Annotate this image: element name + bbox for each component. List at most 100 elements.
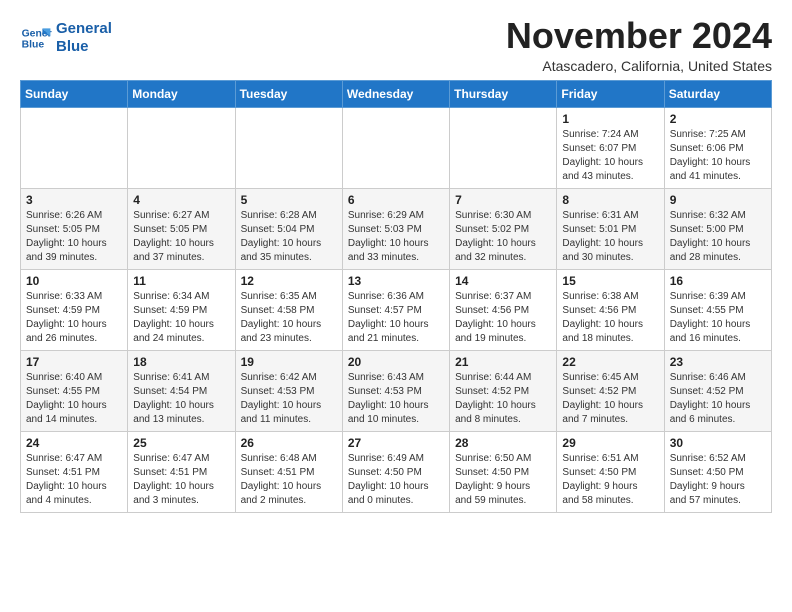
calendar-cell: 24 Sunrise: 6:47 AM Sunset: 4:51 PM Dayli… bbox=[21, 431, 128, 512]
day-number: 9 bbox=[670, 193, 766, 207]
day-number: 8 bbox=[562, 193, 658, 207]
calendar-cell: 22 Sunrise: 6:45 AM Sunset: 4:52 PM Dayli… bbox=[557, 350, 664, 431]
day-info: Sunrise: 6:35 AM Sunset: 4:58 PM Dayligh… bbox=[241, 290, 337, 346]
day-header-tuesday: Tuesday bbox=[235, 80, 342, 107]
calendar-cell: 26Sunrise: 6:48 AM Sunset: 4:51 PM Dayli… bbox=[235, 431, 342, 512]
day-info: Sunrise: 6:33 AM Sunset: 4:59 PM Dayligh… bbox=[26, 290, 122, 346]
day-header-sunday: Sunday bbox=[21, 80, 128, 107]
day-info: Sunrise: 6:48 AM Sunset: 4:51 PM Dayligh… bbox=[241, 452, 337, 508]
day-number: 14 bbox=[455, 274, 551, 288]
day-number: 3 bbox=[26, 193, 122, 207]
calendar-cell: 30 Sunrise: 6:52 AM Sunset: 4:50 PM Dayli… bbox=[664, 431, 771, 512]
day-info: Sunrise: 6:51 AM Sunset: 4:50 PM Dayligh… bbox=[562, 452, 658, 508]
day-info: Sunrise: 6:38 AM Sunset: 4:56 PM Dayligh… bbox=[562, 290, 658, 346]
calendar-cell: 20Sunrise: 6:43 AM Sunset: 4:53 PM Dayli… bbox=[342, 350, 449, 431]
title-area: November 2024 Atascadero, California, Un… bbox=[506, 16, 772, 74]
day-number: 19 bbox=[241, 355, 337, 369]
day-number: 22 bbox=[562, 355, 658, 369]
calendar-cell: 16Sunrise: 6:39 AM Sunset: 4:55 PM Dayli… bbox=[664, 269, 771, 350]
calendar-cell: 29 Sunrise: 6:51 AM Sunset: 4:50 PM Dayli… bbox=[557, 431, 664, 512]
day-number: 28 bbox=[455, 436, 551, 450]
calendar-cell: 13 Sunrise: 6:36 AM Sunset: 4:57 PM Dayli… bbox=[342, 269, 449, 350]
calendar-table: SundayMondayTuesdayWednesdayThursdayFrid… bbox=[20, 80, 772, 513]
day-info: Sunrise: 6:49 AM Sunset: 4:50 PM Dayligh… bbox=[348, 452, 444, 508]
calendar-header: SundayMondayTuesdayWednesdayThursdayFrid… bbox=[21, 80, 772, 107]
logo: General Blue General Blue bbox=[20, 20, 112, 56]
svg-text:Blue: Blue bbox=[22, 40, 45, 51]
calendar-cell: 28 Sunrise: 6:50 AM Sunset: 4:50 PM Dayli… bbox=[450, 431, 557, 512]
day-number: 5 bbox=[241, 193, 337, 207]
day-info: Sunrise: 6:47 AM Sunset: 4:51 PM Dayligh… bbox=[26, 452, 122, 508]
calendar-week-3: 10 Sunrise: 6:33 AM Sunset: 4:59 PM Dayli… bbox=[21, 269, 772, 350]
logo-text: General Blue bbox=[56, 20, 112, 56]
day-number: 1 bbox=[562, 112, 658, 126]
day-number: 30 bbox=[670, 436, 766, 450]
calendar-week-5: 24 Sunrise: 6:47 AM Sunset: 4:51 PM Dayli… bbox=[21, 431, 772, 512]
day-info: Sunrise: 6:50 AM Sunset: 4:50 PM Dayligh… bbox=[455, 452, 551, 508]
calendar-cell: 19 Sunrise: 6:42 AM Sunset: 4:53 PM Dayli… bbox=[235, 350, 342, 431]
day-header-friday: Friday bbox=[557, 80, 664, 107]
day-number: 24 bbox=[26, 436, 122, 450]
day-number: 13 bbox=[348, 274, 444, 288]
calendar-cell: 18 Sunrise: 6:41 AM Sunset: 4:54 PM Dayli… bbox=[128, 350, 235, 431]
day-header-thursday: Thursday bbox=[450, 80, 557, 107]
day-info: Sunrise: 6:41 AM Sunset: 4:54 PM Dayligh… bbox=[133, 371, 229, 427]
calendar-cell: 7Sunrise: 6:30 AM Sunset: 5:02 PM Daylig… bbox=[450, 188, 557, 269]
day-info: Sunrise: 6:37 AM Sunset: 4:56 PM Dayligh… bbox=[455, 290, 551, 346]
day-info: Sunrise: 6:26 AM Sunset: 5:05 PM Dayligh… bbox=[26, 209, 122, 265]
calendar-week-2: 3 Sunrise: 6:26 AM Sunset: 5:05 PM Daylig… bbox=[21, 188, 772, 269]
calendar-cell: 23 Sunrise: 6:46 AM Sunset: 4:52 PM Dayli… bbox=[664, 350, 771, 431]
calendar-cell: 17Sunrise: 6:40 AM Sunset: 4:55 PM Dayli… bbox=[21, 350, 128, 431]
day-info: Sunrise: 7:25 AM Sunset: 6:06 PM Dayligh… bbox=[670, 128, 766, 184]
day-header-wednesday: Wednesday bbox=[342, 80, 449, 107]
calendar-week-1: 1Sunrise: 7:24 AM Sunset: 6:07 PM Daylig… bbox=[21, 107, 772, 188]
day-info: Sunrise: 6:40 AM Sunset: 4:55 PM Dayligh… bbox=[26, 371, 122, 427]
day-number: 21 bbox=[455, 355, 551, 369]
day-info: Sunrise: 6:34 AM Sunset: 4:59 PM Dayligh… bbox=[133, 290, 229, 346]
day-number: 12 bbox=[241, 274, 337, 288]
calendar-cell: 6Sunrise: 6:29 AM Sunset: 5:03 PM Daylig… bbox=[342, 188, 449, 269]
calendar-cell bbox=[342, 107, 449, 188]
day-info: Sunrise: 6:45 AM Sunset: 4:52 PM Dayligh… bbox=[562, 371, 658, 427]
month-title: November 2024 bbox=[506, 16, 772, 56]
day-info: Sunrise: 6:36 AM Sunset: 4:57 PM Dayligh… bbox=[348, 290, 444, 346]
day-number: 4 bbox=[133, 193, 229, 207]
day-number: 2 bbox=[670, 112, 766, 126]
header: General Blue General Blue November 2024 … bbox=[20, 16, 772, 74]
calendar-header-row: SundayMondayTuesdayWednesdayThursdayFrid… bbox=[21, 80, 772, 107]
day-info: Sunrise: 6:52 AM Sunset: 4:50 PM Dayligh… bbox=[670, 452, 766, 508]
calendar-cell: 10 Sunrise: 6:33 AM Sunset: 4:59 PM Dayli… bbox=[21, 269, 128, 350]
day-info: Sunrise: 6:30 AM Sunset: 5:02 PM Dayligh… bbox=[455, 209, 551, 265]
calendar-cell: 12 Sunrise: 6:35 AM Sunset: 4:58 PM Dayli… bbox=[235, 269, 342, 350]
day-info: Sunrise: 6:31 AM Sunset: 5:01 PM Dayligh… bbox=[562, 209, 658, 265]
day-number: 29 bbox=[562, 436, 658, 450]
calendar-cell: 1Sunrise: 7:24 AM Sunset: 6:07 PM Daylig… bbox=[557, 107, 664, 188]
calendar-cell: 9 Sunrise: 6:32 AM Sunset: 5:00 PM Daylig… bbox=[664, 188, 771, 269]
day-number: 27 bbox=[348, 436, 444, 450]
calendar-cell bbox=[235, 107, 342, 188]
day-number: 25 bbox=[133, 436, 229, 450]
day-number: 23 bbox=[670, 355, 766, 369]
day-info: Sunrise: 6:42 AM Sunset: 4:53 PM Dayligh… bbox=[241, 371, 337, 427]
calendar-body: 1Sunrise: 7:24 AM Sunset: 6:07 PM Daylig… bbox=[21, 107, 772, 512]
day-number: 20 bbox=[348, 355, 444, 369]
calendar-cell: 15Sunrise: 6:38 AM Sunset: 4:56 PM Dayli… bbox=[557, 269, 664, 350]
calendar-cell: 8 Sunrise: 6:31 AM Sunset: 5:01 PM Daylig… bbox=[557, 188, 664, 269]
calendar-cell: 2 Sunrise: 7:25 AM Sunset: 6:06 PM Daylig… bbox=[664, 107, 771, 188]
day-header-monday: Monday bbox=[128, 80, 235, 107]
day-number: 6 bbox=[348, 193, 444, 207]
day-info: Sunrise: 6:32 AM Sunset: 5:00 PM Dayligh… bbox=[670, 209, 766, 265]
day-info: Sunrise: 6:46 AM Sunset: 4:52 PM Dayligh… bbox=[670, 371, 766, 427]
logo-icon: General Blue bbox=[20, 22, 52, 54]
calendar-cell: 21Sunrise: 6:44 AM Sunset: 4:52 PM Dayli… bbox=[450, 350, 557, 431]
day-number: 18 bbox=[133, 355, 229, 369]
calendar-cell bbox=[450, 107, 557, 188]
day-number: 11 bbox=[133, 274, 229, 288]
day-number: 10 bbox=[26, 274, 122, 288]
calendar-cell bbox=[21, 107, 128, 188]
day-info: Sunrise: 6:28 AM Sunset: 5:04 PM Dayligh… bbox=[241, 209, 337, 265]
calendar-cell: 4Sunrise: 6:27 AM Sunset: 5:05 PM Daylig… bbox=[128, 188, 235, 269]
calendar-cell: 3 Sunrise: 6:26 AM Sunset: 5:05 PM Daylig… bbox=[21, 188, 128, 269]
calendar-cell bbox=[128, 107, 235, 188]
calendar-cell: 25Sunrise: 6:47 AM Sunset: 4:51 PM Dayli… bbox=[128, 431, 235, 512]
